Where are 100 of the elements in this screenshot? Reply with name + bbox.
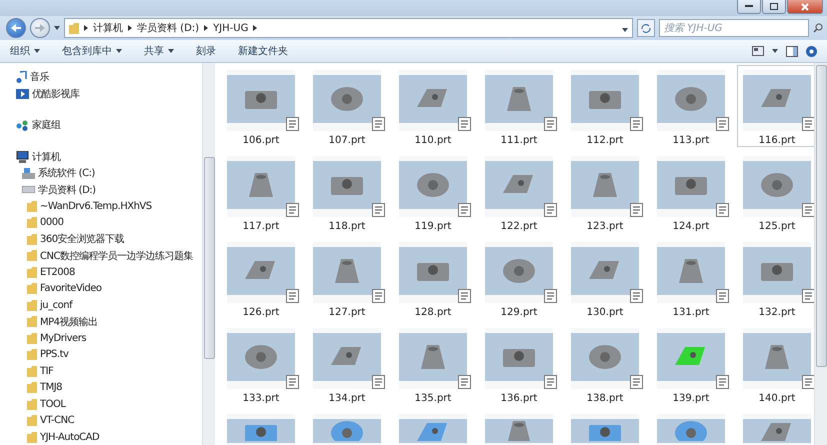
file-tile[interactable]: 135.prt (393, 323, 473, 405)
document-icon (716, 375, 729, 389)
file-tile[interactable]: 119.prt (393, 151, 473, 233)
breadcrumb[interactable]: 学员资料 (D:) (137, 21, 200, 35)
nav-item[interactable]: 音乐 (30, 70, 49, 84)
file-tile[interactable]: 133.prt (221, 323, 301, 405)
nav-item[interactable]: ju_conf (40, 300, 72, 311)
file-tile[interactable]: 126.prt (221, 237, 301, 319)
document-icon (544, 375, 557, 389)
nav-item[interactable]: TIF (40, 366, 54, 377)
scrollbar[interactable] (202, 63, 215, 445)
file-tile[interactable]: 113.prt (651, 65, 731, 147)
file-name: 106.prt (242, 135, 280, 146)
file-name: 107.prt (328, 135, 366, 146)
file-tile[interactable]: 130.prt (565, 237, 645, 319)
file-tile[interactable]: 124.prt (651, 151, 731, 233)
toolbar-button[interactable]: 包含到库中 (62, 42, 122, 60)
breadcrumb[interactable]: YJH-UG (213, 22, 248, 34)
file-name: 139.prt (672, 393, 710, 404)
drive-icon (22, 186, 35, 194)
file-name: 110.prt (414, 135, 452, 146)
nav-item[interactable]: ET2008 (40, 266, 75, 278)
file-name: 138.prt (586, 393, 624, 404)
nav-item[interactable]: MP4视频输出 (40, 314, 98, 329)
file-tile[interactable]: 132.prt (737, 237, 814, 319)
view-options-icon[interactable] (752, 46, 764, 56)
help-icon[interactable] (806, 46, 817, 56)
folder-icon (27, 316, 37, 328)
file-name: 132.prt (758, 307, 796, 318)
nav-item[interactable]: 计算机 (32, 150, 60, 164)
chevron-icon (128, 25, 132, 31)
file-tile[interactable]: 123.prt (565, 151, 645, 233)
file-tile[interactable]: 129.prt (479, 237, 559, 319)
back-arrow-icon (11, 24, 21, 32)
file-name: 111.prt (500, 135, 538, 146)
document-icon (544, 117, 557, 131)
folder-icon (27, 300, 37, 311)
file-tile[interactable]: 125.prt (737, 151, 814, 233)
folder-icon (27, 366, 37, 377)
file-tile[interactable]: 111.prt (479, 65, 559, 147)
nav-item[interactable]: 系统软件 (C:) (38, 166, 95, 180)
caret-icon (54, 26, 60, 30)
file-tile[interactable]: 107.prt (307, 65, 387, 147)
nav-item[interactable]: 0000 (40, 217, 64, 228)
nav-item[interactable]: 优酷影视库 (32, 86, 80, 101)
nav-item[interactable]: MyDrivers (40, 332, 86, 344)
minimize-button[interactable] (737, 0, 761, 14)
toolbar-button[interactable]: 刻录 (196, 42, 216, 60)
file-tile[interactable]: 140.prt (737, 323, 814, 405)
nav-item[interactable]: YJH-AutoCAD (40, 432, 100, 443)
file-tile[interactable]: 116.prt (737, 65, 814, 147)
file-tile[interactable]: 127.prt (307, 237, 387, 319)
chevron-icon (253, 25, 258, 31)
toolbar-button[interactable]: 组织 (10, 42, 40, 60)
nav-item[interactable]: PPS.tv (40, 349, 68, 360)
nav-item[interactable]: TMJ8 (40, 382, 62, 394)
file-name: 128.prt (414, 307, 452, 318)
nav-item[interactable]: 家庭组 (32, 118, 60, 132)
file-tile[interactable]: 110.prt (393, 65, 473, 147)
document-icon (802, 117, 814, 131)
forward-button[interactable] (30, 18, 50, 38)
file-tile[interactable]: 118.prt (307, 151, 387, 233)
document-icon (372, 203, 385, 217)
folder-icon (27, 266, 37, 278)
file-tile[interactable]: 138.prt (565, 323, 645, 405)
file-tile[interactable]: 136.prt (479, 323, 559, 405)
file-tile[interactable]: 128.prt (393, 237, 473, 319)
document-icon (286, 203, 299, 217)
search-field[interactable]: 搜索 YJH-UG (659, 19, 809, 37)
folder-icon (27, 432, 37, 443)
toolbar-button[interactable]: 新建文件夹 (238, 42, 288, 60)
nav-item[interactable]: ~WanDrv6.Temp.HXhVS (40, 200, 152, 212)
nav-item[interactable]: TOOL (40, 398, 66, 410)
restore-button[interactable] (762, 0, 786, 14)
preview-pane-icon[interactable] (786, 46, 798, 56)
scrollbar[interactable] (814, 63, 827, 445)
close-button[interactable] (787, 0, 823, 14)
file-tile[interactable]: 106.prt (221, 65, 301, 147)
document-icon (458, 375, 471, 389)
refresh-button[interactable] (637, 19, 655, 37)
nav-item[interactable]: VT-CNC (40, 415, 74, 426)
nav-item[interactable]: CNC数控编程学员一边学边练习题集 (40, 248, 193, 263)
address-bar[interactable]: 计算机 学员资料 (D:) YJH-UG (64, 18, 633, 38)
file-tile[interactable]: 134.prt (307, 323, 387, 405)
file-tile[interactable]: 112.prt (565, 65, 645, 147)
document-icon (286, 289, 299, 303)
search-icon[interactable] (813, 23, 823, 33)
system-drive-icon (22, 168, 35, 179)
document-icon (458, 289, 471, 303)
document-icon (286, 375, 299, 389)
toolbar-button[interactable]: 共享 (144, 42, 174, 60)
file-tile[interactable]: 122.prt (479, 151, 559, 233)
nav-item[interactable]: 360安全浏览器下载 (40, 232, 124, 246)
back-button[interactable] (6, 18, 26, 38)
nav-item[interactable]: FavoriteVideo (40, 283, 102, 294)
nav-item[interactable]: 学员资料 (D:) (38, 182, 96, 197)
breadcrumb[interactable]: 计算机 (93, 21, 123, 35)
file-tile[interactable]: 131.prt (651, 237, 731, 319)
file-tile[interactable]: 139.prt (651, 323, 731, 405)
file-tile[interactable]: 117.prt (221, 151, 301, 233)
